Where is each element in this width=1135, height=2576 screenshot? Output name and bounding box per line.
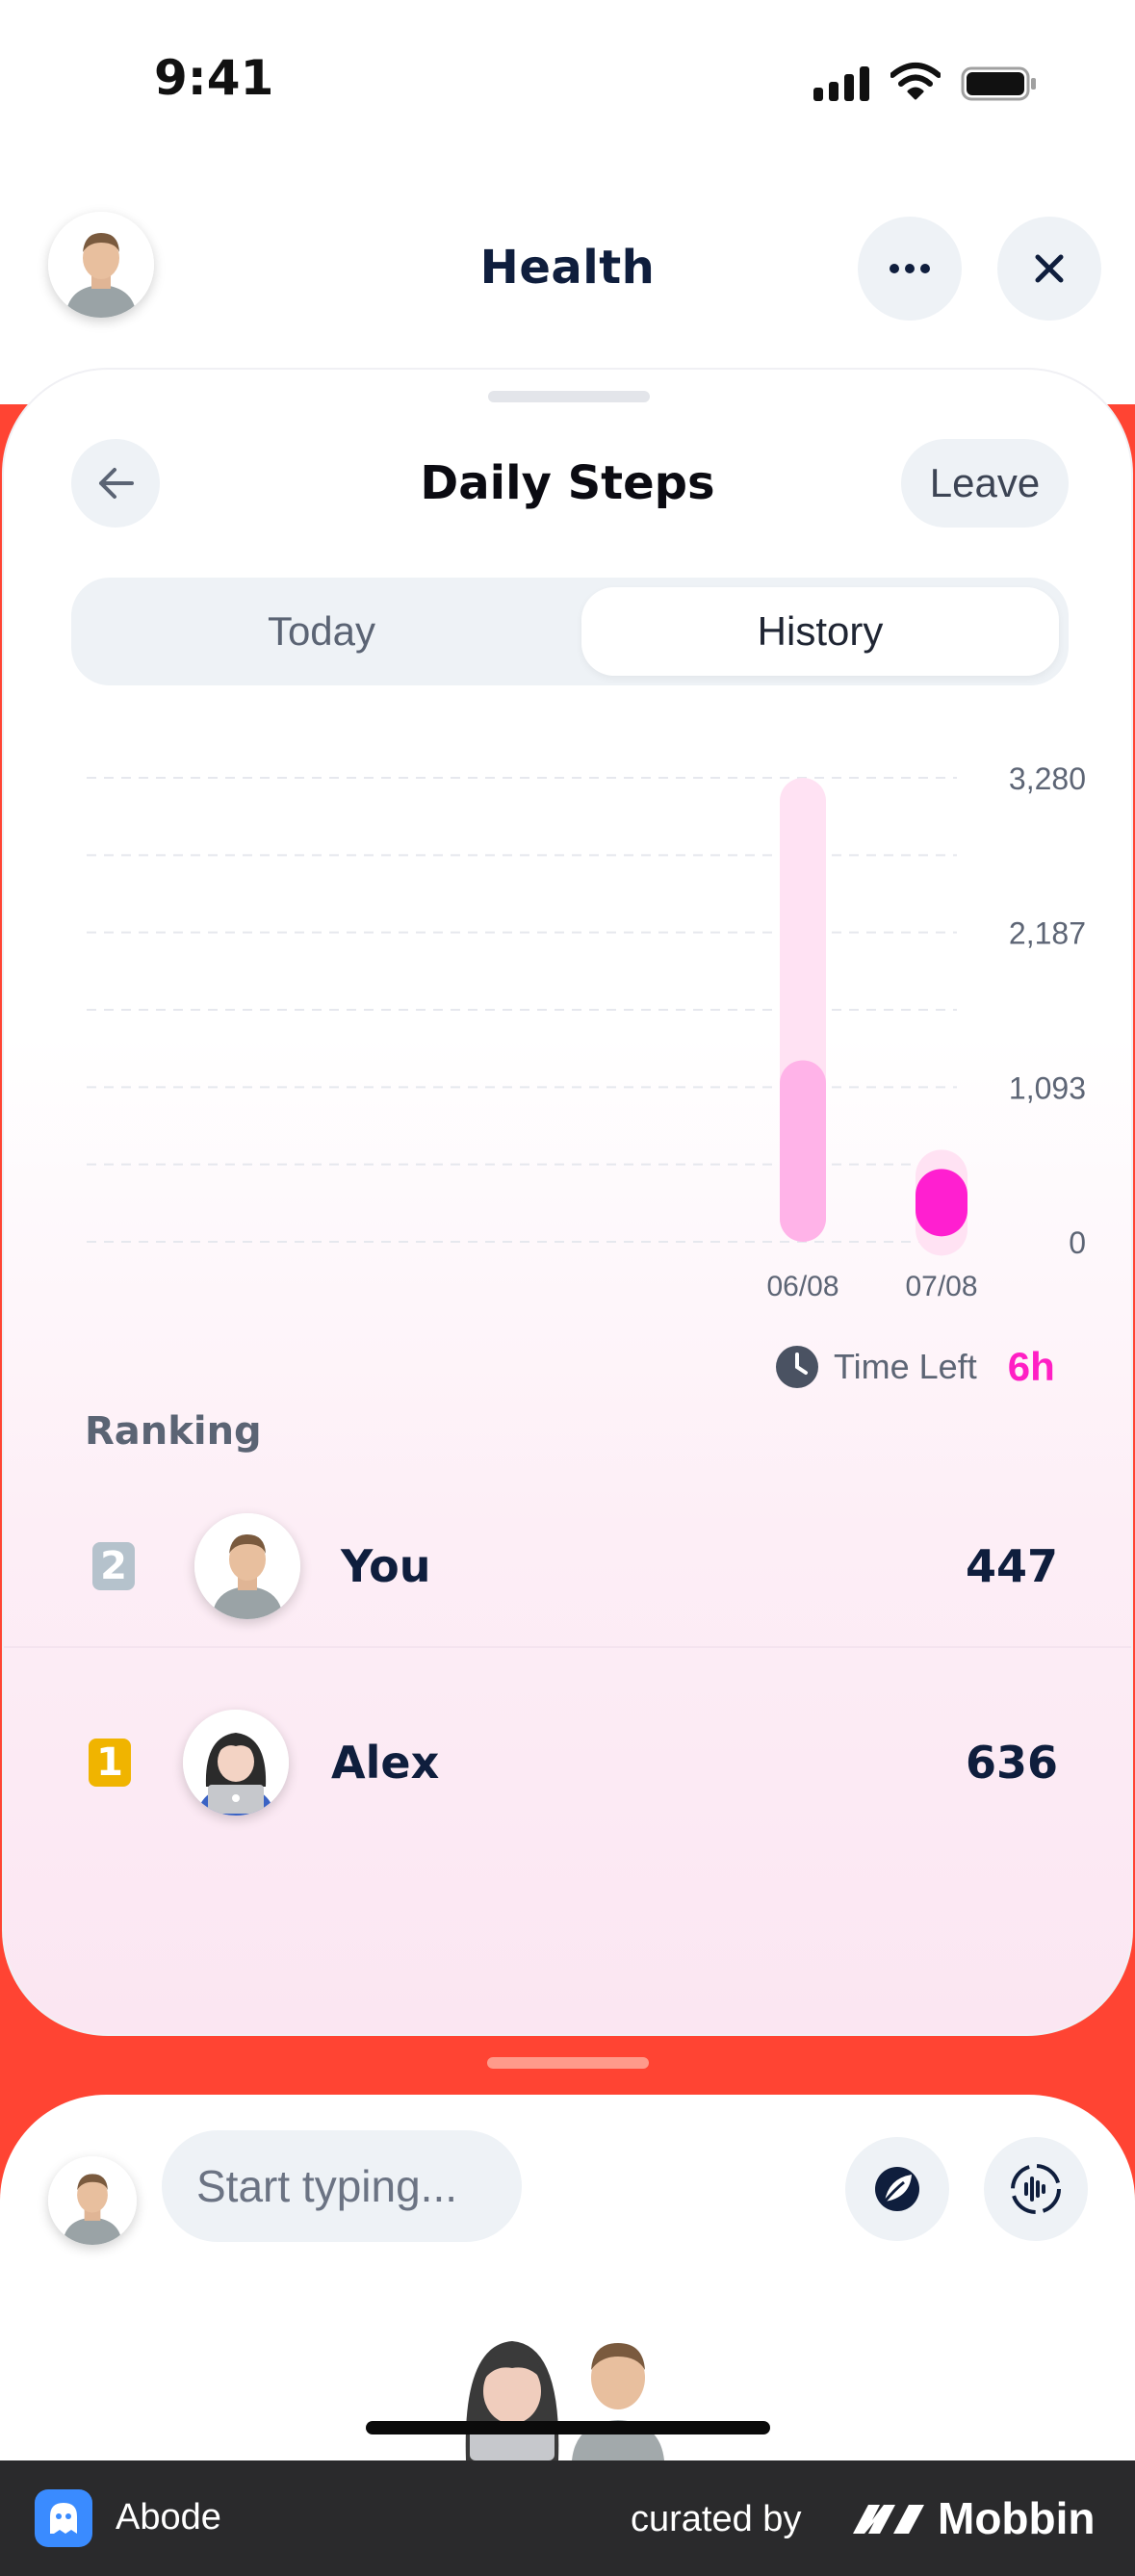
bar[interactable]	[780, 1060, 826, 1242]
tab-history[interactable]: History	[581, 587, 1059, 676]
rank-name: Alex	[331, 1737, 440, 1789]
home-indicator	[366, 2421, 770, 2434]
battery-icon	[961, 66, 1036, 101]
rank-steps: 447	[965, 1540, 1058, 1592]
close-button[interactable]	[997, 217, 1101, 321]
message-input[interactable]: Start typing...	[162, 2130, 522, 2242]
leave-button[interactable]: Leave	[901, 439, 1069, 528]
close-icon	[1035, 254, 1064, 283]
period-segmented-control: Today History	[71, 578, 1069, 685]
avatar	[183, 1710, 289, 1816]
time-left-label: Time Left	[834, 1347, 977, 1386]
leaf-icon	[875, 2167, 919, 2211]
x-tick-label: 07/08	[905, 1271, 977, 1302]
ghost-icon	[50, 2503, 77, 2534]
ranking-title: Ranking	[85, 1409, 262, 1454]
tab-today[interactable]: Today	[81, 587, 562, 676]
female-avatar-icon	[183, 1710, 289, 1816]
avatar	[48, 2156, 137, 2245]
ellipsis-icon	[890, 264, 930, 273]
time-left: Time Left 6h	[774, 1340, 1055, 1394]
ranking-row[interactable]: 1 Alex 636	[4, 1681, 1131, 1844]
rank-name: You	[341, 1540, 431, 1592]
status-bar: 9:41	[0, 0, 1135, 144]
bar[interactable]	[916, 1169, 967, 1237]
wifi-icon	[890, 63, 941, 100]
clock-icon	[776, 1346, 818, 1388]
voice-wave-icon	[1011, 2164, 1061, 2214]
avatar	[194, 1513, 300, 1619]
rank-steps: 636	[965, 1737, 1058, 1789]
male-avatar-icon	[194, 1513, 300, 1619]
y-tick-label: 2,187	[1009, 916, 1086, 951]
leaf-button[interactable]	[845, 2137, 949, 2241]
ranking-row[interactable]: 2 You 447	[4, 1484, 1131, 1648]
footer-brand: Mobbin	[938, 2493, 1096, 2543]
rank-badge: 2	[92, 1542, 135, 1590]
participants-avatars	[445, 2318, 684, 2460]
more-options-button[interactable]	[858, 217, 962, 321]
card-drag-handle[interactable]	[488, 391, 650, 402]
rank-badge: 1	[89, 1739, 131, 1787]
time-left-value: 6h	[1007, 1344, 1055, 1389]
sheet-drag-handle[interactable]	[487, 2057, 649, 2069]
y-tick-label: 0	[1069, 1225, 1086, 1260]
x-tick-label: 06/08	[766, 1271, 838, 1302]
app-header: Health	[0, 212, 1135, 327]
steps-history-chart: 3,280 2,187 1,093 0 06/08 07/08	[87, 761, 1086, 1302]
footer-app-name: Abode	[116, 2497, 221, 2537]
daily-steps-card: Daily Steps Leave Today History 3,280 2,1…	[2, 368, 1133, 2036]
mobbin-mark-icon	[853, 2505, 924, 2534]
y-tick-label: 1,093	[1009, 1070, 1086, 1105]
attribution-footer: Abode curated by Mobbin	[0, 2460, 1135, 2576]
abode-app-icon	[35, 2489, 92, 2547]
status-time: 9:41	[154, 50, 274, 106]
y-tick-label: 3,280	[1009, 761, 1086, 796]
male-avatar-icon	[48, 2156, 137, 2245]
footer-curated-by: curated by	[631, 2499, 802, 2539]
mobbin-logo: Mobbin	[851, 2489, 1096, 2547]
cellular-signal-icon	[813, 64, 869, 101]
voice-button[interactable]	[984, 2137, 1088, 2241]
page-title: Health	[479, 241, 656, 295]
